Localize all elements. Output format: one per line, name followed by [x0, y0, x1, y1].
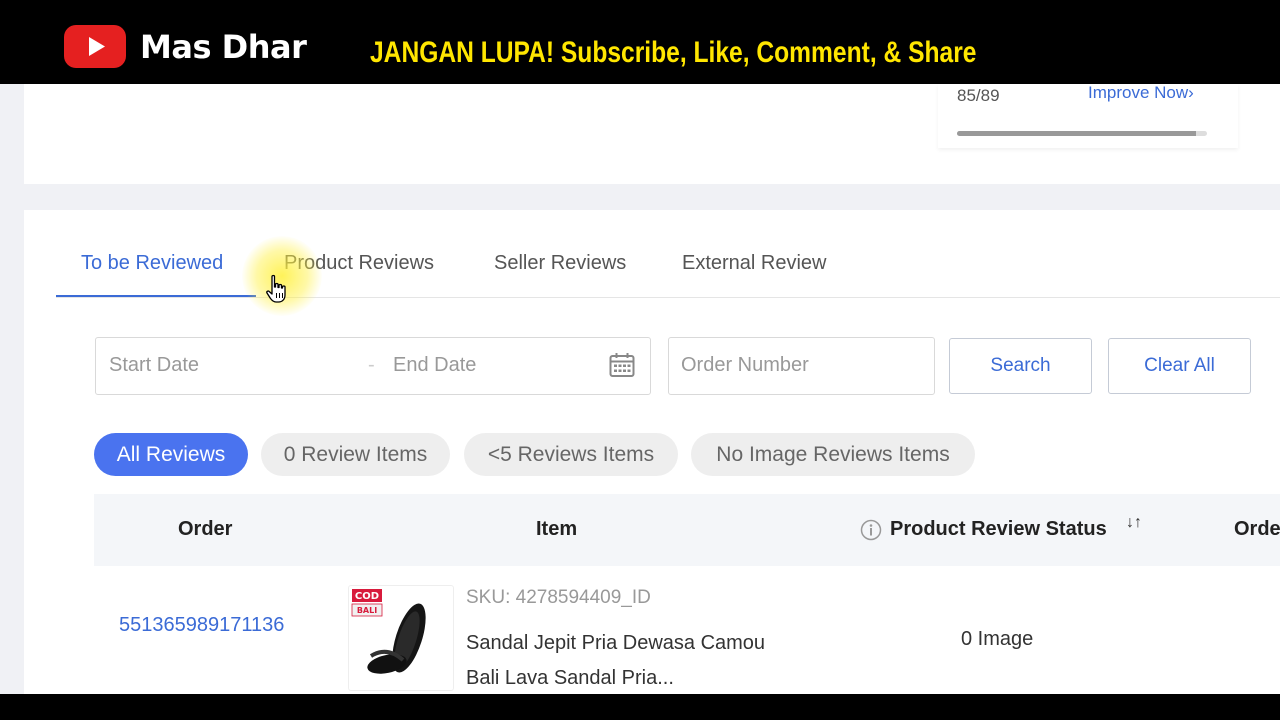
product-sku: SKU: 4278594409_ID: [466, 587, 651, 608]
tab-seller-reviews[interactable]: Seller Reviews: [494, 252, 626, 275]
calendar-icon[interactable]: [609, 352, 635, 383]
thumb-badge-bali: BALI: [357, 606, 377, 615]
tabs-divider: [56, 297, 1280, 298]
tab-to-be-reviewed[interactable]: To be Reviewed: [81, 252, 223, 275]
order-number-input[interactable]: Order Number: [668, 337, 935, 395]
end-date-input[interactable]: End Date: [393, 354, 476, 377]
search-button[interactable]: Search: [949, 338, 1092, 394]
review-status-value: 0 Image: [961, 628, 1034, 650]
chip-less-5-reviews-items[interactable]: <5 Reviews Items: [464, 433, 678, 476]
tab-external-review[interactable]: External Review: [682, 252, 827, 275]
column-header-order: Order: [178, 518, 233, 540]
product-thumbnail[interactable]: COD BALI: [348, 585, 454, 691]
date-separator: -: [368, 354, 375, 376]
youtube-logo-icon: [64, 25, 126, 68]
order-number-link[interactable]: 551365989171136: [119, 608, 299, 642]
info-icon[interactable]: [860, 519, 882, 546]
chip-no-image-reviews-items[interactable]: No Image Reviews Items: [691, 433, 975, 476]
sort-icon[interactable]: ↓↑: [1126, 514, 1142, 532]
promo-text: JANGAN LUPA! Subscribe, Like, Comment, &…: [370, 36, 977, 69]
chevron-right-icon: ›: [1188, 83, 1194, 102]
video-bottom-bar: [0, 694, 1280, 720]
chip-all-reviews[interactable]: All Reviews: [94, 433, 248, 476]
order-number-placeholder: Order Number: [681, 354, 809, 376]
chip-0-review-items[interactable]: 0 Review Items: [261, 433, 450, 476]
improve-now-link[interactable]: Improve Now›: [1088, 83, 1194, 103]
clear-all-button[interactable]: Clear All: [1108, 338, 1251, 394]
hand-cursor-icon: [265, 274, 289, 309]
active-tab-indicator: [56, 295, 256, 297]
channel-name: Mas Dhar: [140, 28, 307, 66]
product-name[interactable]: Sandal Jepit Pria Dewasa Camou Bali Lava…: [466, 626, 786, 696]
column-header-order-truncated: Orde: [1234, 518, 1280, 540]
score-progress-fill: [957, 131, 1196, 136]
thumb-badge-cod: COD: [355, 591, 379, 602]
start-date-input[interactable]: Start Date: [109, 354, 199, 377]
score-value: 85/89: [957, 86, 1000, 105]
improve-now-label: Improve Now: [1088, 83, 1189, 102]
column-header-item: Item: [536, 518, 578, 540]
column-header-product-review-status[interactable]: Product Review Status: [890, 518, 1107, 541]
video-banner: Mas Dhar JANGAN LUPA! Subscribe, Like, C…: [0, 0, 1280, 84]
score-progress-bar: [957, 131, 1207, 136]
